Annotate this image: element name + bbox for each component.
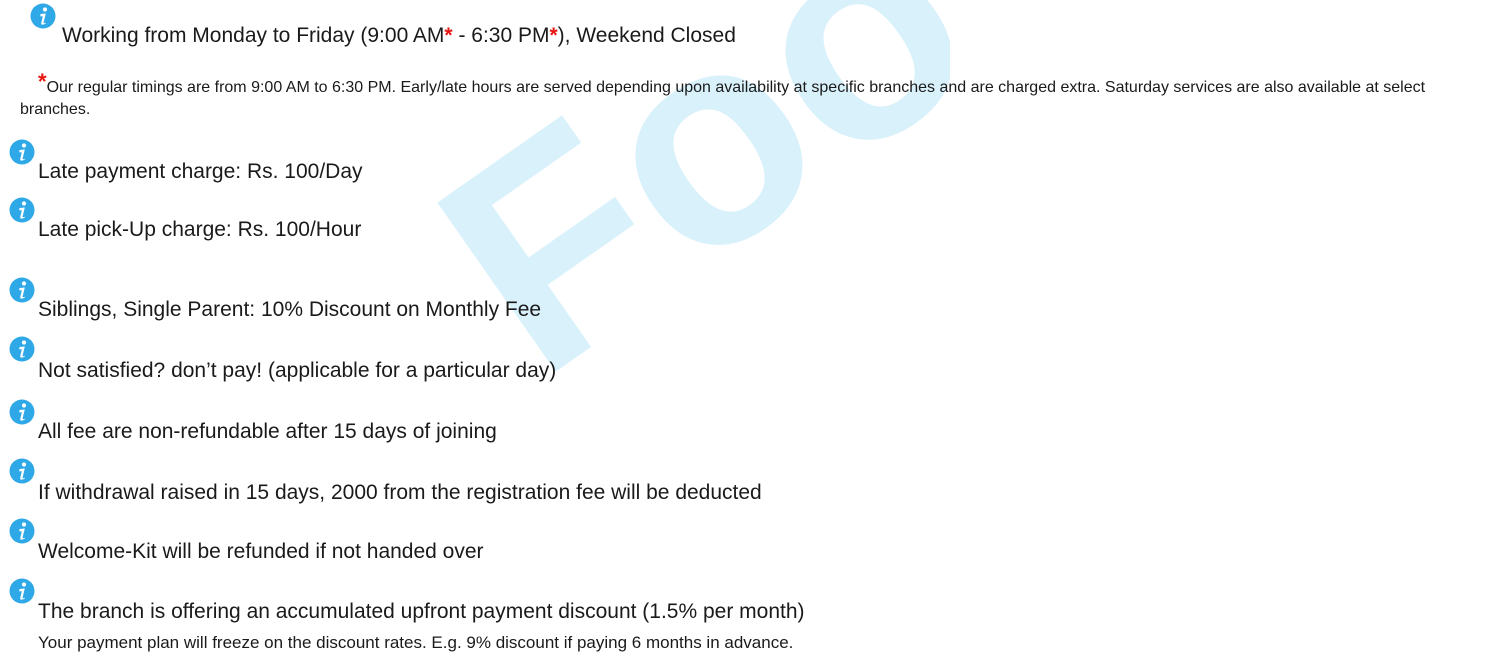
info-icon (9, 399, 35, 425)
watermark-text: Foot (430, 0, 950, 400)
list-item: Late pick-Up charge: Rs. 100/Hour (38, 218, 362, 241)
info-icon (9, 139, 35, 165)
note-text: Our regular timings are from 9:00 AM to … (20, 79, 1426, 118)
info-icon (30, 3, 56, 29)
list-item: Not satisfied? don’t pay! (applicable fo… (38, 359, 557, 382)
list-item: If withdrawal raised in 15 days, 2000 fr… (38, 481, 762, 504)
info-icon (9, 578, 35, 604)
info-icon (9, 277, 35, 303)
watermark: Foot (383, 0, 1108, 436)
list-item: All fee are non-refundable after 15 days… (38, 420, 497, 443)
payment-plan-note: Your payment plan will freeze on the dis… (38, 633, 794, 652)
note-star: * (38, 69, 47, 94)
list-item: Late payment charge: Rs. 100/Day (38, 160, 363, 183)
list-item: The branch is offering an accumulated up… (38, 600, 805, 623)
list-item: Welcome-Kit will be refunded if not hand… (38, 540, 484, 563)
list-item: Siblings, Single Parent: 10% Discount on… (38, 298, 542, 321)
info-icon (9, 458, 35, 484)
info-icon (9, 518, 35, 544)
timings-note: *Our regular timings are from 9:00 AM to… (20, 71, 1490, 121)
info-icon (9, 336, 35, 362)
working-hours: Working from Monday to Friday (9:00 AM* … (62, 24, 736, 47)
info-icon (9, 197, 35, 223)
